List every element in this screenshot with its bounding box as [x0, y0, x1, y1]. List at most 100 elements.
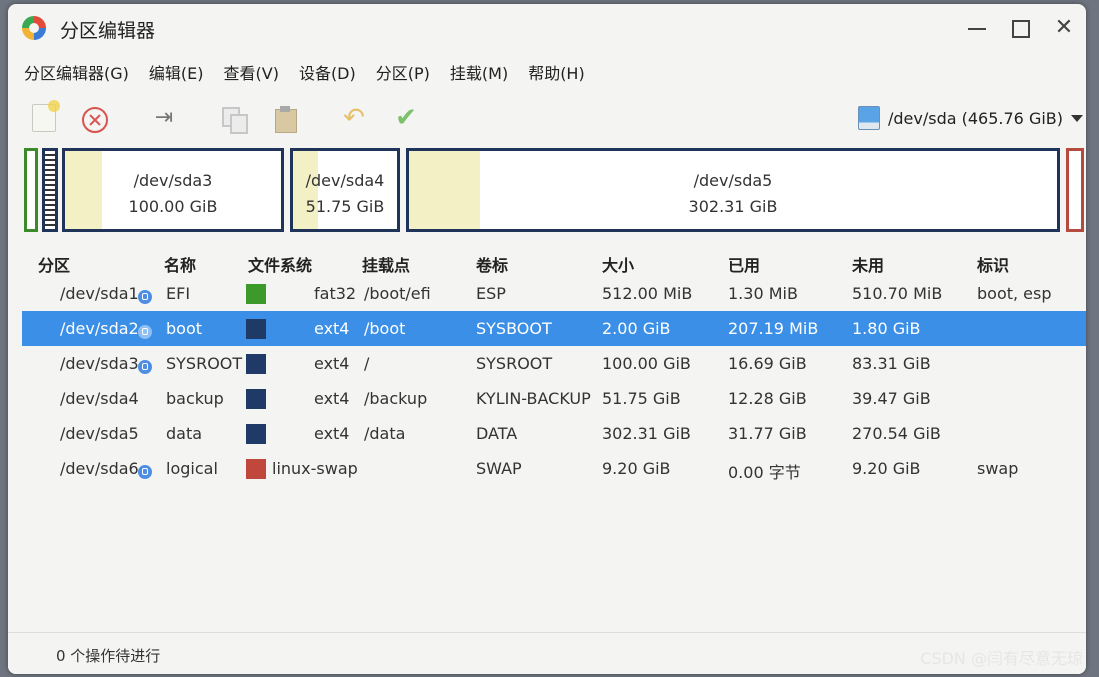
header-used[interactable]: 已用 — [728, 252, 760, 276]
cell-used: 1.30 MiB — [728, 284, 798, 303]
cell-filesystem: ext4 — [314, 354, 350, 373]
cell-size: 2.00 GiB — [602, 319, 671, 338]
cell-name: data — [166, 424, 203, 443]
cell-used: 16.69 GiB — [728, 354, 807, 373]
menu-edit[interactable]: 编辑(E) — [139, 56, 214, 86]
filesystem-color-swatch — [246, 424, 266, 444]
window-title: 分区编辑器 — [60, 20, 156, 42]
graph-partition-sda4[interactable]: /dev/sda4 51.75 GiB — [290, 148, 400, 232]
graph-partition-sda5[interactable]: /dev/sda5 302.31 GiB — [406, 148, 1060, 232]
cell-mountpoint: /data — [364, 424, 406, 443]
cell-label: SYSROOT — [476, 354, 553, 373]
table-row[interactable]: /dev/sda3 SYSROOT ext4 / SYSROOT 100.00 GiB 16… — [22, 346, 1086, 381]
cell-partition: /dev/sda2 — [60, 319, 139, 338]
cell-filesystem: ext4 — [314, 319, 350, 338]
menu-help[interactable]: 帮助(H) — [518, 56, 595, 86]
table-row[interactable]: /dev/sda5 data ext4/data DATA 302.31 GiB 31.7… — [22, 416, 1086, 451]
minimize-icon[interactable] — [963, 14, 991, 42]
cell-unused: 270.54 GiB — [852, 424, 941, 443]
cell-mountpoint: /boot/efi — [364, 284, 431, 303]
cell-name: boot — [166, 319, 203, 338]
cell-filesystem: linux-swap — [272, 459, 358, 478]
device-label: /dev/sda (465.76 GiB) — [888, 108, 1064, 128]
cell-used: 31.77 GiB — [728, 424, 807, 443]
header-size[interactable]: 大小 — [602, 252, 634, 276]
copy-icon[interactable] — [220, 104, 248, 134]
header-partition[interactable]: 分区 — [38, 252, 70, 276]
cell-unused: 9.20 GiB — [852, 459, 921, 478]
graph-partition-swap[interactable] — [1066, 148, 1084, 232]
filesystem-color-swatch — [246, 319, 266, 339]
cell-partition: /dev/sda3 — [60, 354, 139, 373]
header-unused[interactable]: 未用 — [852, 252, 884, 276]
header-mountpoint[interactable]: 挂载点 — [362, 252, 410, 276]
cell-unused: 83.31 GiB — [852, 354, 931, 373]
header-label[interactable]: 卷标 — [476, 252, 508, 276]
menu-partition[interactable]: 分区(P) — [366, 56, 440, 86]
maximize-icon[interactable] — [1006, 14, 1034, 42]
delete-icon[interactable] — [82, 107, 108, 133]
undo-icon[interactable]: ↶ — [340, 104, 368, 132]
filesystem-color-swatch — [246, 354, 266, 374]
cell-name: SYSROOT — [166, 354, 243, 373]
table-row[interactable]: /dev/sda1 EFI fat32/boot/efi ESP 512.00 MiB 1… — [22, 276, 1086, 311]
graph-partition-sda3[interactable]: /dev/sda3 100.00 GiB — [62, 148, 284, 232]
filesystem-color-swatch — [246, 284, 266, 304]
used-space-bar — [409, 151, 481, 229]
cell-label: SWAP — [476, 459, 522, 478]
device-selector[interactable]: /dev/sda (465.76 GiB) — [858, 104, 1084, 132]
cell-size: 302.31 GiB — [602, 424, 691, 443]
table-row[interactable]: /dev/sda4 backup ext4/backup KYLIN-BACKUP 51… — [22, 381, 1086, 416]
cell-label: ESP — [476, 284, 506, 303]
cell-unused: 39.47 GiB — [852, 389, 931, 408]
resize-move-icon[interactable]: ⇥ — [150, 104, 178, 132]
cell-name: EFI — [166, 284, 191, 303]
table-header: 分区 名称 文件系统 挂载点 卷标 大小 已用 未用 标识 — [22, 246, 1086, 276]
header-flags[interactable]: 标识 — [977, 252, 1009, 276]
cell-unused: 1.80 GiB — [852, 319, 921, 338]
graph-label-name: /dev/sda4 — [305, 171, 385, 190]
cell-mountpoint: / — [364, 354, 370, 373]
graph-partition-boot[interactable] — [42, 148, 58, 232]
cell-label: DATA — [476, 424, 518, 443]
lock-icon — [138, 325, 152, 339]
used-space-bar — [65, 151, 102, 229]
cell-partition: /dev/sda1 — [60, 284, 139, 303]
partition-graph: /dev/sda3 100.00 GiB /dev/sda4 51.75 GiB… — [22, 144, 1086, 240]
menu-mount[interactable]: 挂载(M) — [440, 56, 518, 86]
cell-partition: /dev/sda5 — [60, 424, 139, 443]
cell-label: SYSBOOT — [476, 319, 552, 338]
header-name[interactable]: 名称 — [164, 252, 196, 276]
lock-icon — [138, 465, 152, 479]
partition-editor-window: 分区编辑器 ✕ 分区编辑器(G) 编辑(E) 查看(V) 设备(D) 分区(P)… — [8, 4, 1086, 674]
app-icon — [22, 16, 46, 40]
cell-unused: 510.70 MiB — [852, 284, 943, 303]
chevron-down-icon — [1071, 114, 1084, 122]
cell-flags: swap — [977, 459, 1019, 478]
cell-flags: boot, esp — [977, 284, 1052, 303]
watermark: CSDN @闫有尽意无琼 — [920, 649, 1083, 668]
cell-used: 0.00 字节 — [728, 463, 801, 482]
graph-partition-efi[interactable] — [24, 148, 38, 232]
cell-size: 9.20 GiB — [602, 459, 671, 478]
menu-gparted[interactable]: 分区编辑器(G) — [14, 56, 139, 86]
title-bar: 分区编辑器 ✕ — [8, 4, 1086, 50]
cell-filesystem: ext4 — [314, 424, 350, 443]
filesystem-color-swatch — [246, 459, 266, 479]
close-icon[interactable]: ✕ — [1050, 14, 1078, 42]
paste-icon[interactable] — [272, 104, 300, 133]
menu-view[interactable]: 查看(V) — [214, 56, 289, 86]
table-body: /dev/sda1 EFI fat32/boot/efi ESP 512.00 MiB 1… — [22, 276, 1086, 486]
menu-device[interactable]: 设备(D) — [289, 56, 366, 86]
partition-table: 分区 名称 文件系统 挂载点 卷标 大小 已用 未用 标识 /dev/sda1 E… — [22, 246, 1086, 486]
cell-used: 207.19 MiB — [728, 319, 819, 338]
table-row[interactable]: /dev/sda6 logical linux-swap SWAP 9.20 GiB 0.… — [22, 451, 1086, 486]
cell-name: logical — [166, 459, 218, 478]
apply-icon[interactable]: ✔ — [392, 104, 420, 132]
new-partition-icon[interactable] — [32, 100, 60, 132]
cell-size: 512.00 MiB — [602, 284, 693, 303]
lock-icon — [138, 290, 152, 304]
table-row[interactable]: /dev/sda2 boot ext4/boot SYSBOOT 2.00 GiB 207… — [22, 311, 1086, 346]
header-filesystem[interactable]: 文件系统 — [248, 252, 312, 276]
graph-label-size: 51.75 GiB — [305, 197, 385, 216]
